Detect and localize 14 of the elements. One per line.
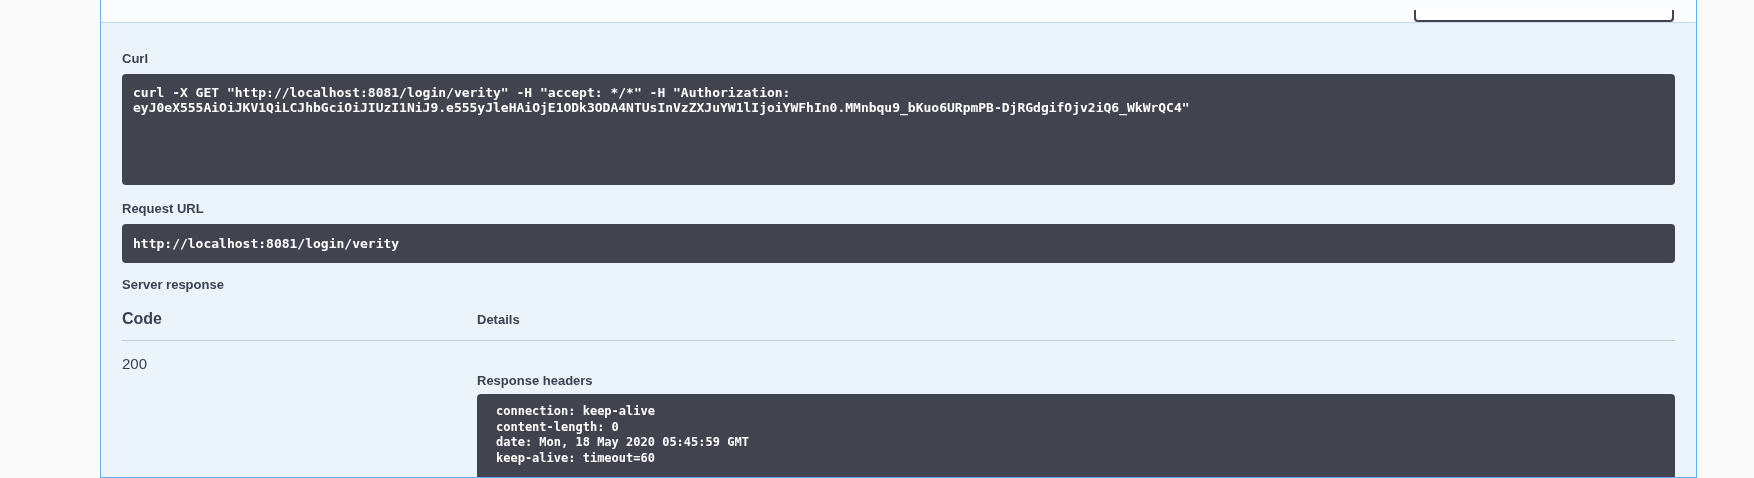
column-header: Details bbox=[477, 311, 520, 327]
status-code: 200 bbox=[122, 355, 149, 374]
section-label: Response headers bbox=[477, 373, 594, 388]
header-line: connection: keep-alive bbox=[496, 404, 656, 420]
select-field[interactable] bbox=[1414, 10, 1674, 22]
request-url: http://localhost:8081/login/verity bbox=[133, 236, 401, 251]
curl-command: curl -X GET "http://localhost:8081/login/verity" -H "accept: */*" -H "Authorization: eyJ0eX555AiOiJKV1QiLCJhbGciOiJIUzI1NiJ9.e555yJleHAiOjE1ODk3ODA4NTUsInVzZXJuYW1lIjoiYWFhIn0.MMnbqu9_bKuo6URpmPB-DjRGdgifOjv2iQ6_WkWrQC4" bbox=[133, 85, 1191, 115]
section-label: Server response bbox=[122, 277, 225, 292]
header-line: content-length: 0 bbox=[496, 419, 620, 435]
column-header: Code bbox=[122, 310, 163, 328]
header-line: keep-alive: timeout=60 bbox=[496, 450, 656, 466]
section-label: Request URL bbox=[122, 201, 205, 216]
header-line: date: Mon, 18 May 2020 05:45:59 GMT bbox=[496, 435, 750, 451]
section-label: Curl bbox=[122, 51, 149, 66]
